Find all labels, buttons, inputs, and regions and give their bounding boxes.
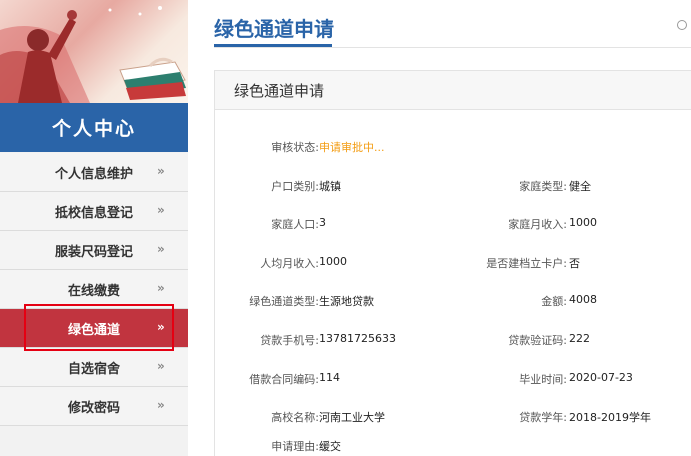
panel-header: 绿色通道申请 [215,71,691,110]
status-label: 审核状态: [271,141,319,154]
chevron-right-icon: » [157,164,165,178]
grad-time-value: 2020-07-23 [569,371,633,384]
status-badge: 申请审批中... [319,141,385,154]
sidebar-item-green-channel[interactable]: 绿色通道 » [0,309,188,348]
sidebar-item-label: 修改密码 [67,400,120,416]
family-size-label: 家庭人口: [271,218,319,231]
family-income-label: 家庭月收入: [508,218,567,231]
poor-card-value: 否 [569,257,580,270]
chevron-right-icon: » [157,320,165,334]
sidebar-item-label: 服装尺码登记 [54,244,133,260]
field-row: 贷款手机号: 13781725633 贷款验证码: 222 [215,332,691,348]
hukou-value: 城镇 [319,180,341,193]
sidebar-item-online-payment[interactable]: 在线缴费 » [0,270,188,309]
sidebar-title-bar: 个人中心 [0,103,188,152]
field-row: 审核状态: 申请审批中... [215,139,691,155]
amount-value: 4008 [569,293,597,306]
loan-phone-label: 贷款手机号: [260,334,319,347]
college-value: 河南工业大学 [319,411,385,424]
loan-code-label: 贷款验证码: [508,334,567,347]
sidebar-item-label: 在线缴费 [67,283,120,299]
sidebar-menu: 个人信息维护 » 抵校信息登记 » 服装尺码登记 » 在线缴费 » 绿色通道 »… [0,153,188,426]
field-row: 借款合同编码: 114 毕业时间: 2020-07-23 [215,371,691,387]
banner-image [0,0,188,103]
family-type-label: 家庭类型: [519,180,567,193]
sidebar-item-arrival-registration[interactable]: 抵校信息登记 » [0,192,188,231]
per-income-value: 1000 [319,255,347,268]
sidebar-item-label: 绿色通道 [67,322,120,338]
field-row: 申请理由: 缓交 [215,438,691,454]
chevron-right-icon: » [157,242,165,256]
page-title: 绿色通道申请 [214,17,334,41]
reason-value: 缓交 [319,440,341,453]
application-panel: 绿色通道申请 审核状态: 申请审批中... 户口类别: 城镇 家庭类型: 健全 … [214,70,691,456]
sidebar-item-clothing-size[interactable]: 服装尺码登记 » [0,231,188,270]
family-income-value: 1000 [569,216,597,229]
sidebar: 个人中心 个人信息维护 » 抵校信息登记 » 服装尺码登记 » 在线缴费 » 绿… [0,0,188,456]
field-row: 家庭人口: 3 家庭月收入: 1000 [215,216,691,232]
poor-card-label: 是否建档立卡户: [486,257,567,270]
college-label: 高校名称: [271,411,319,424]
loan-code-value: 222 [569,332,590,345]
contract-no-label: 借款合同编码: [249,373,319,386]
family-size-value: 3 [319,216,326,229]
family-type-value: 健全 [569,180,591,193]
loan-year-value: 2018-2019学年 [569,411,651,424]
field-row: 高校名称: 河南工业大学 贷款学年: 2018-2019学年 [215,409,691,425]
chevron-right-icon: » [157,281,165,295]
search-icon[interactable] [677,20,687,30]
grad-time-label: 毕业时间: [519,373,567,386]
divider [214,47,691,48]
contract-no-value: 114 [319,371,340,384]
chevron-right-icon: » [157,203,165,217]
loan-phone-value: 13781725633 [319,332,396,345]
hukou-label: 户口类别: [271,180,319,193]
sidebar-item-label: 自选宿舍 [67,361,120,377]
per-income-label: 人均月收入: [260,257,319,270]
amount-label: 金额: [541,295,567,308]
sidebar-item-dorm-selection[interactable]: 自选宿舍 » [0,348,188,387]
graduate-illustration [0,6,186,103]
field-row: 绿色通道类型: 生源地贷款 金额: 4008 [215,293,691,309]
sidebar-item-personal-info[interactable]: 个人信息维护 » [0,153,188,192]
sidebar-title: 个人中心 [51,118,136,140]
field-row: 人均月收入: 1000 是否建档立卡户: 否 [215,255,691,271]
chevron-right-icon: » [157,359,165,373]
sidebar-item-label: 个人信息维护 [54,166,133,182]
channel-type-value: 生源地贷款 [319,295,374,308]
reason-label: 申请理由: [271,440,319,453]
channel-type-label: 绿色通道类型: [249,295,319,308]
sidebar-item-label: 抵校信息登记 [54,205,133,221]
field-row: 户口类别: 城镇 家庭类型: 健全 [215,178,691,194]
panel-title: 绿色通道申请 [234,81,325,100]
chevron-right-icon: » [157,398,165,412]
page: 个人中心 个人信息维护 » 抵校信息登记 » 服装尺码登记 » 在线缴费 » 绿… [0,0,691,456]
main-content: 绿色通道申请 绿色通道申请 审核状态: 申请审批中... 户口类别: 城镇 家庭… [188,0,691,456]
sidebar-item-change-password[interactable]: 修改密码 » [0,387,188,426]
loan-year-label: 贷款学年: [519,411,567,424]
